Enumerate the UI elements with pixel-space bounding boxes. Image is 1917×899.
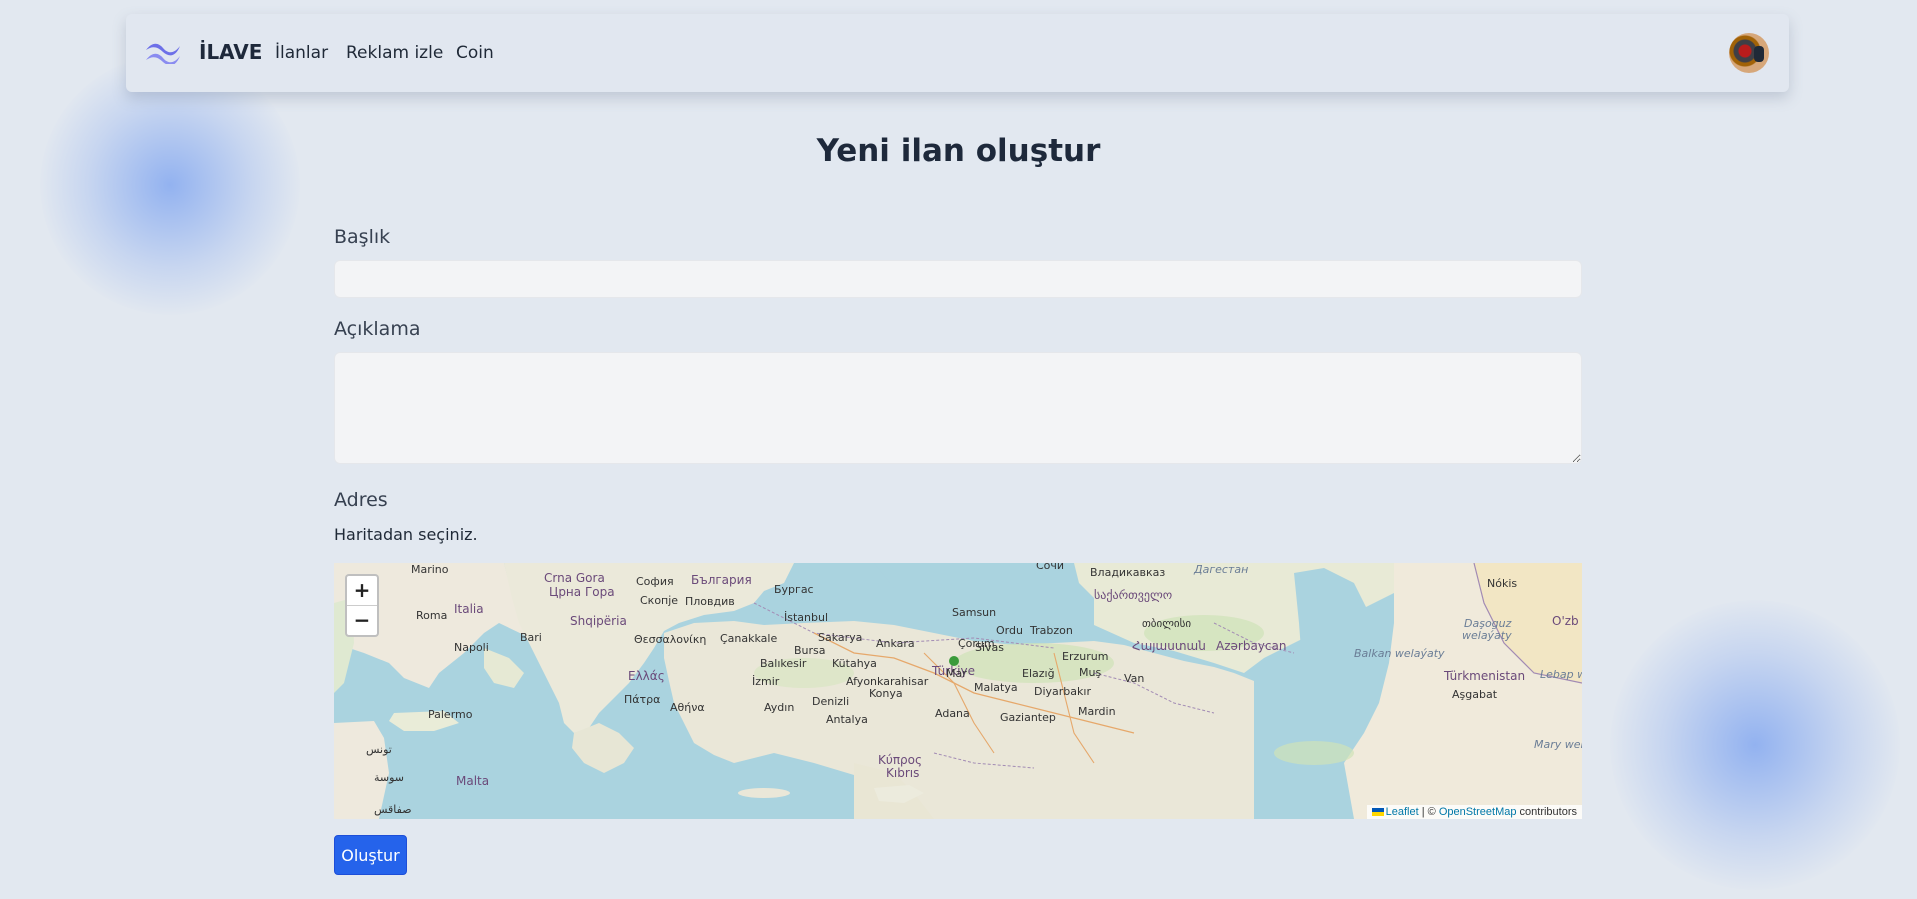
map-label-sakarya: Sakarya bbox=[818, 631, 862, 644]
map-label-burgas: Бургас bbox=[774, 583, 814, 596]
map-label-ordu: Ordu bbox=[996, 624, 1023, 637]
map-label-sakartvelo: საქართველო bbox=[1094, 588, 1172, 602]
map-label-balikesir: Balıkesir bbox=[760, 657, 807, 670]
address-hint: Haritadan seçiniz. bbox=[334, 525, 478, 544]
map-label-kibris: Kıbrıs bbox=[886, 766, 919, 780]
map-label-athina: Αθήνα bbox=[670, 701, 705, 714]
description-label: Açıklama bbox=[334, 318, 421, 340]
description-textarea[interactable] bbox=[334, 352, 1582, 464]
attribution-suffix: contributors bbox=[1516, 806, 1577, 818]
brand-logo-icon[interactable] bbox=[144, 40, 182, 64]
map-label-konya: Konya bbox=[869, 687, 903, 700]
map-label-diyarbakir: Diyarbakır bbox=[1034, 685, 1091, 698]
map-label-shqiperia: Shqipëria bbox=[570, 614, 627, 628]
zoom-in-button[interactable]: + bbox=[347, 576, 377, 606]
map-tiles: Marino Roma Italia Bari Napoli Palermo M… bbox=[334, 563, 1582, 819]
map-label-kutahya: Kütahya bbox=[832, 657, 877, 670]
map-zoom-control: + − bbox=[345, 574, 379, 637]
leaflet-link[interactable]: Leaflet bbox=[1386, 806, 1419, 818]
map-label-turkmenistan: Türkmenistan bbox=[1443, 669, 1525, 683]
map-label-sofia: София bbox=[636, 575, 674, 588]
user-avatar[interactable] bbox=[1729, 33, 1769, 73]
map-label-ozb: O'zb bbox=[1552, 614, 1579, 628]
nav-link-ilanlar[interactable]: İlanlar bbox=[275, 43, 328, 63]
map-label-hayastan: Հայաստան bbox=[1132, 639, 1206, 653]
address-label: Adres bbox=[334, 489, 388, 511]
ukraine-flag-icon bbox=[1371, 808, 1384, 817]
map-label-vladikavkaz: Владикавказ bbox=[1090, 566, 1165, 579]
map-label-gaziantep: Gaziantep bbox=[1000, 711, 1056, 724]
map-label-crna-gora-cyr: Црна Гора bbox=[549, 585, 615, 599]
map-label-marino: Marino bbox=[411, 563, 449, 576]
map-label-izmir: İzmir bbox=[752, 675, 780, 688]
map-label-palermo: Palermo bbox=[428, 708, 473, 721]
map-label-van: Van bbox=[1124, 672, 1144, 685]
map-label-mary: Mary welaý bbox=[1534, 738, 1582, 751]
map-label-sfax: صفاقس bbox=[374, 803, 412, 816]
map-label-sousse: سوسة bbox=[374, 771, 404, 784]
map-label-aydin: Aydın bbox=[764, 701, 794, 714]
map-label-bursa: Bursa bbox=[794, 644, 826, 657]
attribution-separator: | © bbox=[1418, 806, 1439, 818]
map-label-sochi: Сочи bbox=[1036, 563, 1064, 572]
address-map[interactable]: Marino Roma Italia Bari Napoli Palermo M… bbox=[334, 563, 1582, 819]
map-label-crna-gora: Crna Gora bbox=[544, 571, 605, 585]
map-label-plovdiv: Пловдив bbox=[685, 595, 735, 608]
map-label-ellas: Ελλάς bbox=[628, 669, 665, 683]
nav-link-reklam-izle[interactable]: Reklam izle bbox=[346, 43, 443, 63]
map-label-denizli: Denizli bbox=[812, 695, 849, 708]
map-label-skopje: Скопје bbox=[640, 594, 678, 607]
map-label-asgabat: Aşgabat bbox=[1452, 688, 1498, 701]
page-title: Yeni ilan oluştur bbox=[816, 133, 1101, 169]
map-label-adana: Adana bbox=[935, 707, 970, 720]
map-label-elazig: Elazığ bbox=[1022, 667, 1055, 680]
map-label-canakkale: Çanakkale bbox=[720, 632, 777, 645]
map-label-roma: Roma bbox=[416, 609, 447, 622]
nav-link-coin[interactable]: Coin bbox=[456, 43, 494, 63]
map-label-italia: Italia bbox=[454, 602, 484, 616]
map-label-mus: Muş bbox=[1079, 666, 1101, 679]
map-label-balkan: Balkan welaýaty bbox=[1354, 647, 1445, 660]
brand-name[interactable]: İLAVE bbox=[199, 40, 262, 64]
map-marker-label: Mar bbox=[946, 667, 967, 680]
map-label-tunis: تونس bbox=[366, 743, 392, 756]
background-blob-left bbox=[40, 55, 300, 315]
openstreetmap-link[interactable]: OpenStreetMap bbox=[1439, 806, 1517, 818]
map-label-sivas: Sivas bbox=[975, 641, 1004, 654]
map-label-thessaloniki: Θεσσαλονίκη bbox=[634, 633, 706, 646]
map-label-mardin: Mardin bbox=[1078, 705, 1116, 718]
map-label-bulgaria: България bbox=[691, 573, 752, 587]
map-label-nokis: Nókis bbox=[1487, 577, 1517, 590]
title-label: Başlık bbox=[334, 226, 391, 248]
zoom-out-button[interactable]: − bbox=[347, 606, 377, 635]
map-label-ankara: Ankara bbox=[876, 637, 915, 650]
map-label-azerbaycan: Azərbaycan bbox=[1216, 639, 1286, 653]
map-label-malatya: Malatya bbox=[974, 681, 1018, 694]
title-input[interactable] bbox=[334, 260, 1582, 298]
map-label-antalya: Antalya bbox=[826, 713, 868, 726]
map-label-lebap: Lebap we bbox=[1540, 668, 1582, 681]
map-label-dagestan: Дагестан bbox=[1193, 563, 1248, 576]
map-label-erzurum: Erzurum bbox=[1062, 650, 1108, 663]
map-label-malta: Malta bbox=[456, 774, 489, 788]
map-attribution: Leaflet | © OpenStreetMap contributors bbox=[1366, 805, 1582, 819]
map-label-samsun: Samsun bbox=[952, 606, 996, 619]
map-label-trabzon: Trabzon bbox=[1029, 624, 1073, 637]
map-label-napoli: Napoli bbox=[454, 641, 489, 654]
map-label-welayaty: welaýaty bbox=[1462, 629, 1512, 642]
map-label-istanbul: İstanbul bbox=[784, 611, 828, 624]
map-label-kypros: Κύπρος bbox=[878, 753, 922, 767]
navbar: İLAVE İlanlar Reklam izle Coin bbox=[126, 14, 1789, 92]
submit-button[interactable]: Oluştur bbox=[334, 835, 407, 875]
background-blob-right bbox=[1610, 600, 1900, 890]
map-label-tbilisi: თბილისი bbox=[1142, 617, 1191, 630]
map-label-patra: Πάτρα bbox=[624, 693, 660, 706]
map-label-bari: Bari bbox=[520, 631, 542, 644]
